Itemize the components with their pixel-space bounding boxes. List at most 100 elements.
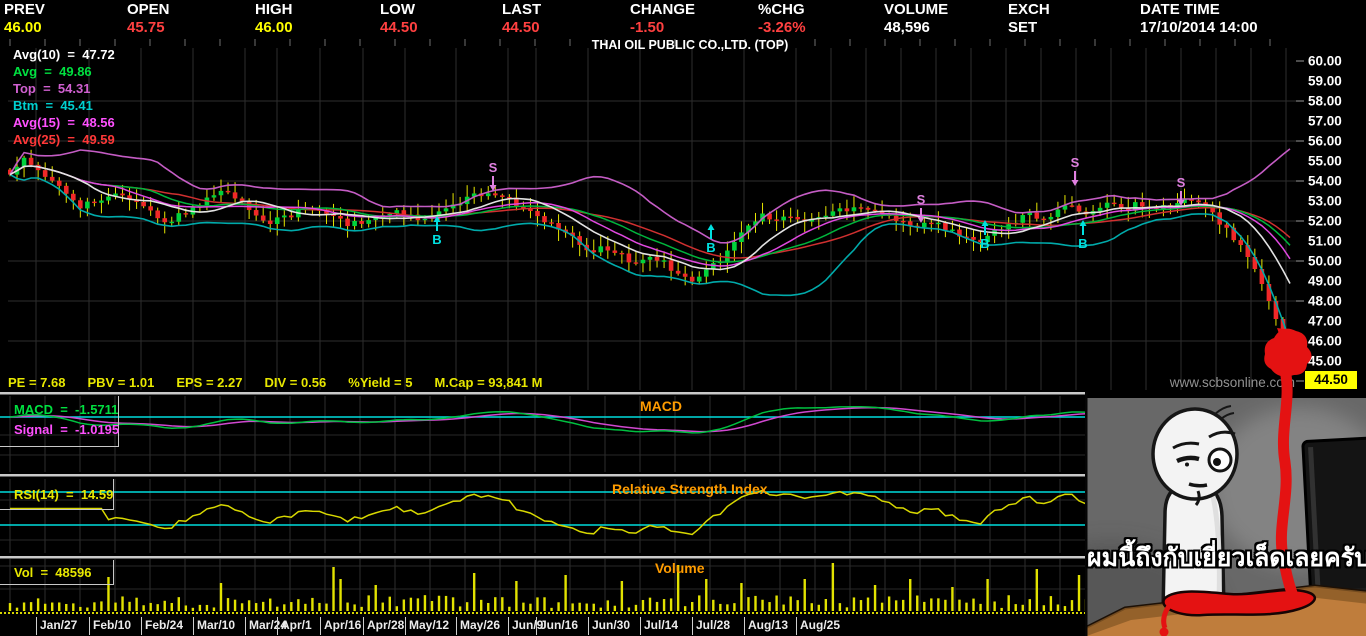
- legend-avg15: Avg(15) = 48.56: [13, 115, 115, 130]
- svg-text:B: B: [706, 240, 715, 255]
- date-tick: [141, 617, 142, 635]
- svg-text:B: B: [980, 236, 989, 251]
- date-tick: [320, 617, 321, 635]
- svg-text:45.00: 45.00: [1308, 354, 1342, 369]
- svg-text:51.00: 51.00: [1308, 234, 1342, 249]
- chart-title: THAI OIL PUBLIC CO.,LTD. (TOP): [591, 38, 789, 52]
- volume-panel-title: Volume: [655, 560, 705, 576]
- date-label: Jun/9: [512, 618, 544, 632]
- date-tick: [744, 617, 745, 635]
- date-tick: [193, 617, 194, 635]
- svg-text:48.00: 48.00: [1308, 294, 1342, 309]
- trading-app-screen: B S B S B S B S 60.00 59.00 58.00 57.00 56.00 55.00 54…: [0, 0, 1366, 636]
- macd-legend-box: MACD = -1.5711 Signal = -1.0195: [0, 396, 119, 447]
- stat-eps: EPS = 2.27: [176, 375, 243, 390]
- volume-value: Vol = 48596: [14, 565, 92, 580]
- ma-lines: [9, 148, 1291, 343]
- legend-top: Top = 54.31: [13, 81, 91, 96]
- svg-text:50.00: 50.00: [1308, 254, 1342, 269]
- svg-text:56.00: 56.00: [1308, 134, 1342, 149]
- svg-text:58.00: 58.00: [1308, 94, 1342, 109]
- quote-col-low: LOW 44.50: [380, 0, 418, 37]
- quote-label-change: CHANGE: [630, 1, 696, 18]
- svg-text:S: S: [917, 192, 926, 207]
- stat-mcap: M.Cap = 93,841 M: [434, 375, 543, 390]
- signal-value: Signal = -1.0195: [14, 422, 120, 437]
- date-tick: [588, 617, 589, 635]
- legend-avg: Avg = 49.86: [13, 64, 92, 79]
- quote-value-change: -1.50: [630, 19, 665, 36]
- quote-label-exchange: EXCH: [1008, 1, 1050, 18]
- date-label: Apr/28: [367, 618, 405, 632]
- legend-btm: Btm = 45.41: [13, 98, 93, 113]
- svg-text:55.00: 55.00: [1308, 154, 1342, 169]
- quote-col-high: HIGH 46.00: [255, 0, 293, 37]
- date-tick: [796, 617, 797, 635]
- svg-text:57.00: 57.00: [1308, 114, 1342, 129]
- stat-pe: PE = 7.68: [8, 375, 66, 390]
- indicator-legend: Avg(10) = 47.72 Avg = 49.86 Top = 54.31 …: [13, 46, 115, 148]
- date-tick: [692, 617, 693, 635]
- date-label: Apr/16: [324, 618, 362, 632]
- quote-label-high: HIGH: [255, 1, 293, 18]
- rsi-legend-box: RSI(14) = 14.59: [0, 479, 114, 510]
- fundamental-stats: PE = 7.68 PBV = 1.01 EPS = 2.27 DIV = 0.56%…: [8, 374, 564, 392]
- quote-col-prev: PREV 46.00: [4, 0, 45, 37]
- quote-label-volume: VOLUME: [884, 1, 949, 18]
- date-label: Jul/14: [644, 618, 679, 632]
- quote-value-last: 44.50: [502, 19, 540, 36]
- date-label: Aug/25: [800, 618, 841, 632]
- quote-col-change: CHANGE -1.50: [630, 0, 695, 37]
- quote-col-exchange: EXCH SET: [1008, 0, 1050, 37]
- legend-avg25: Avg(25) = 49.59: [13, 132, 115, 147]
- quote-label-open: OPEN: [127, 1, 170, 18]
- date-tick: [89, 617, 90, 635]
- quote-value-pctchg: -3.26%: [758, 19, 806, 36]
- svg-text:S: S: [1177, 175, 1186, 190]
- quote-value-exchange: SET: [1008, 19, 1038, 36]
- date-label: Apr/1: [281, 618, 312, 632]
- meme-overlay-image: [1085, 392, 1366, 636]
- meme-caption-thai: ผมนี้ถึงกับเยี่ยวเล็ดเลยครับ: [1087, 544, 1366, 572]
- date-tick: [277, 617, 278, 635]
- macd-panel-title: MACD: [640, 398, 682, 414]
- date-label: Feb/10: [93, 618, 132, 632]
- watermark-url: www.scbsonline.com: [1169, 375, 1295, 390]
- quote-label-prev: PREV: [4, 1, 45, 18]
- stat-pbv: PBV = 1.01: [87, 375, 155, 390]
- quote-label-pctchg: %CHG: [758, 1, 805, 18]
- quote-col-volume: VOLUME 48,596: [884, 0, 948, 37]
- quote-value-volume: 48,596: [884, 19, 930, 36]
- chart-grid: [8, 39, 1304, 390]
- quote-value-datetime: 17/10/2014 14:00: [1140, 19, 1258, 36]
- svg-text:B: B: [1078, 236, 1087, 251]
- date-label: Jul/28: [696, 618, 731, 632]
- quote-value-open: 45.75: [127, 19, 165, 36]
- date-label: Jun/16: [540, 618, 579, 632]
- date-label: Aug/13: [748, 618, 789, 632]
- y-axis-labels: 60.00 59.00 58.00 57.00 56.00 55.00 54.00 53.00…: [1308, 54, 1342, 389]
- svg-text:46.00: 46.00: [1308, 334, 1342, 349]
- rsi-value: RSI(14) = 14.59: [14, 487, 114, 502]
- quote-label-low: LOW: [380, 1, 415, 18]
- date-label: Mar/10: [197, 618, 236, 632]
- date-tick: [456, 617, 457, 635]
- svg-text:59.00: 59.00: [1308, 74, 1342, 89]
- quote-col-open: OPEN 45.75: [127, 0, 170, 37]
- svg-text:60.00: 60.00: [1308, 54, 1342, 69]
- svg-text:54.00: 54.00: [1308, 174, 1342, 189]
- svg-text:52.00: 52.00: [1308, 214, 1342, 229]
- date-tick: [536, 617, 537, 635]
- quote-col-pctchg: %CHG -3.26%: [758, 0, 806, 37]
- quote-header: PREV 46.00 OPEN 45.75 HIGH 46.00 LOW 44.…: [0, 0, 1366, 40]
- date-tick: [640, 617, 641, 635]
- date-tick: [245, 617, 246, 635]
- date-tick: [508, 617, 509, 635]
- legend-avg10: Avg(10) = 47.72: [13, 47, 115, 62]
- quote-value-prev: 46.00: [4, 19, 42, 36]
- date-tick: [405, 617, 406, 635]
- date-tick: [36, 617, 37, 635]
- quote-label-last: LAST: [502, 1, 542, 18]
- stat-div: DIV = 0.56: [264, 375, 327, 390]
- stat-yield: %Yield = 5: [348, 375, 413, 390]
